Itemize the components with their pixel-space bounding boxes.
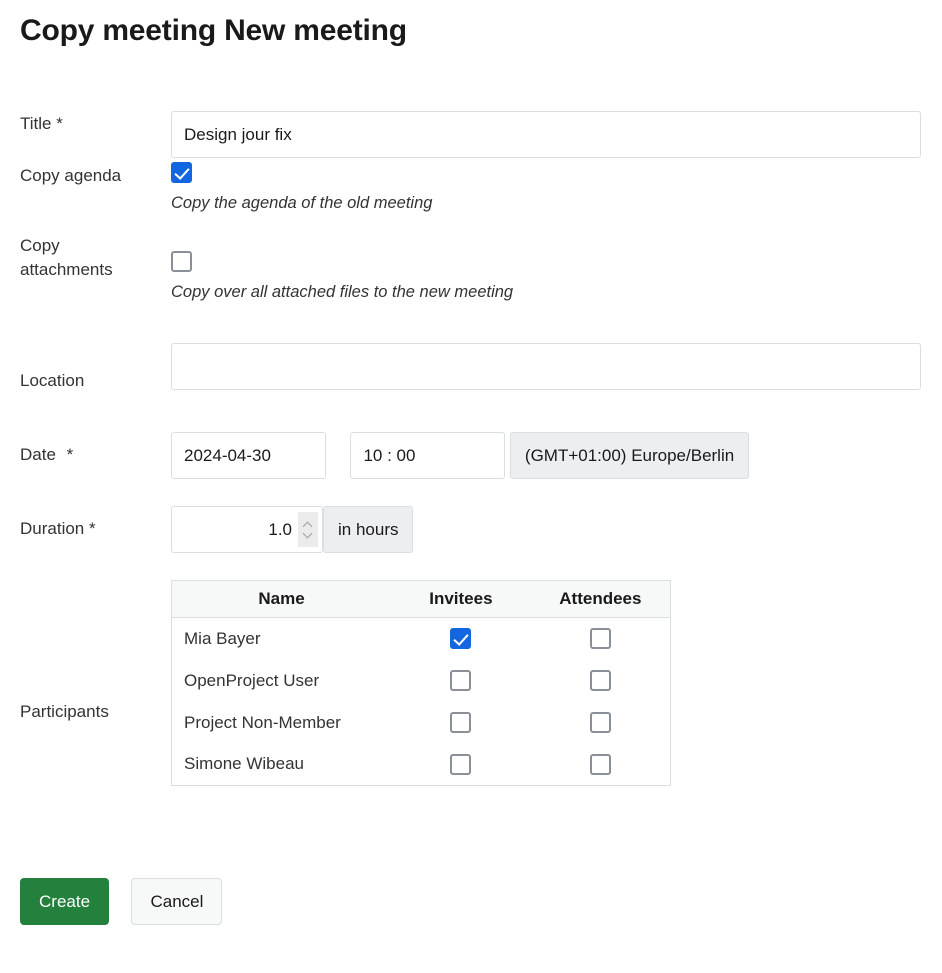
copy-agenda-checkbox[interactable]	[171, 162, 192, 183]
location-field-wrapper	[171, 343, 921, 390]
form-actions: Create Cancel	[20, 878, 222, 925]
timezone-display[interactable]: (GMT+01:00) Europe/Berlin	[510, 432, 749, 479]
form-row-title: Title *	[0, 100, 942, 172]
attendee-checkbox[interactable]	[590, 670, 611, 691]
table-row: Project Non-Member	[172, 702, 671, 744]
participant-attendee-cell	[531, 702, 671, 744]
participants-header-row: Name Invitees Attendees	[172, 581, 671, 618]
cancel-button[interactable]: Cancel	[131, 878, 222, 925]
duration-unit-label: in hours	[323, 506, 413, 553]
form-row-copy-agenda: Copy agenda Copy the agenda of the old m…	[0, 172, 942, 258]
copy-agenda-label: Copy agenda	[20, 164, 165, 188]
form-row-date: Date * (GMT+01:00) Europe/Berlin	[0, 430, 942, 504]
create-button[interactable]: Create	[20, 878, 109, 925]
date-field-wrapper: (GMT+01:00) Europe/Berlin	[171, 432, 749, 479]
invitee-checkbox[interactable]	[450, 628, 471, 649]
participants-table: Name Invitees Attendees Mia Bayer	[171, 580, 671, 786]
attendee-checkbox[interactable]	[590, 628, 611, 649]
copy-attachments-checkbox[interactable]	[171, 251, 192, 272]
date-label: Date *	[20, 443, 165, 467]
title-required-marker: *	[56, 114, 63, 133]
date-required-marker: *	[67, 445, 74, 464]
duration-stepper[interactable]: 1.0	[171, 506, 323, 553]
participants-field-wrapper: Name Invitees Attendees Mia Bayer	[171, 580, 671, 786]
participants-table-head: Name Invitees Attendees	[172, 581, 671, 618]
participant-name: Simone Wibeau	[172, 744, 392, 786]
copy-meeting-form-page: Copy meeting New meeting Title * Copy ag…	[0, 0, 942, 973]
participant-name: Project Non-Member	[172, 702, 392, 744]
chevron-down-icon[interactable]	[304, 531, 313, 537]
column-header-invitees: Invitees	[391, 581, 531, 618]
duration-field-wrapper: 1.0 in hours	[171, 506, 413, 553]
date-label-text: Date	[20, 445, 56, 464]
duration-label-text: Duration	[20, 519, 84, 538]
form-row-copy-attachments: Copy attachments Copy over all attached …	[0, 258, 942, 356]
participant-invitee-cell	[391, 618, 531, 660]
table-row: Mia Bayer	[172, 618, 671, 660]
title-input[interactable]	[171, 111, 921, 158]
copy-attachments-label: Copy attachments	[20, 234, 140, 282]
time-input[interactable]	[350, 432, 505, 479]
participant-invitee-cell	[391, 660, 531, 702]
form-row-location: Location	[0, 356, 942, 430]
invitee-checkbox[interactable]	[450, 754, 471, 775]
page-title: Copy meeting New meeting	[20, 14, 407, 48]
form-row-participants: Participants Name Invitees Attendees Mia…	[0, 578, 942, 788]
duration-spinner[interactable]	[298, 512, 318, 547]
participant-attendee-cell	[531, 744, 671, 786]
copy-attachments-hint: Copy over all attached files to the new …	[171, 283, 513, 302]
location-input[interactable]	[171, 343, 921, 390]
participants-table-body: Mia Bayer OpenProject User	[172, 618, 671, 786]
participant-invitee-cell	[391, 744, 531, 786]
title-field-wrapper	[171, 111, 921, 158]
meeting-form: Title * Copy agenda Copy the agenda of t…	[0, 100, 942, 788]
copy-attachments-field-wrapper: Copy over all attached files to the new …	[171, 251, 513, 302]
table-row: Simone Wibeau	[172, 744, 671, 786]
copy-agenda-field-wrapper: Copy the agenda of the old meeting	[171, 162, 432, 213]
invitee-checkbox[interactable]	[450, 670, 471, 691]
participant-name: Mia Bayer	[172, 618, 392, 660]
attendee-checkbox[interactable]	[590, 754, 611, 775]
location-label: Location	[20, 369, 165, 393]
column-header-name: Name	[172, 581, 392, 618]
duration-required-marker: *	[89, 519, 96, 538]
duration-value: 1.0	[268, 507, 292, 552]
participant-name: OpenProject User	[172, 660, 392, 702]
invitee-checkbox[interactable]	[450, 712, 471, 733]
participant-attendee-cell	[531, 660, 671, 702]
participant-invitee-cell	[391, 702, 531, 744]
attendee-checkbox[interactable]	[590, 712, 611, 733]
title-label: Title *	[20, 112, 165, 136]
date-input[interactable]	[171, 432, 326, 479]
participant-attendee-cell	[531, 618, 671, 660]
participants-label: Participants	[20, 700, 165, 724]
form-row-duration: Duration * 1.0 in hours	[0, 504, 942, 578]
chevron-up-icon[interactable]	[304, 522, 313, 528]
duration-label: Duration *	[20, 517, 165, 541]
copy-agenda-hint: Copy the agenda of the old meeting	[171, 194, 432, 213]
title-label-text: Title	[20, 114, 52, 133]
table-row: OpenProject User	[172, 660, 671, 702]
column-header-attendees: Attendees	[531, 581, 671, 618]
